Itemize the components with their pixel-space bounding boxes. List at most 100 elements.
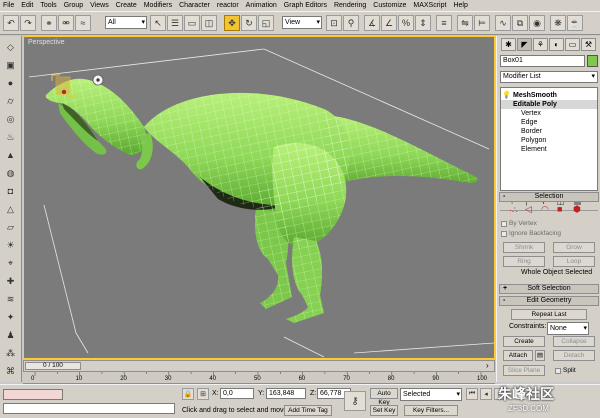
loop-button[interactable]: Loop xyxy=(553,256,595,267)
ring-button[interactable]: Ring xyxy=(503,256,545,267)
bind-space-warp-icon[interactable]: ≈ xyxy=(75,15,91,31)
shrink-button[interactable]: Shrink xyxy=(503,242,545,253)
time-next-icon[interactable]: › xyxy=(486,361,489,370)
snap-toggle-icon[interactable]: ∡ xyxy=(364,15,380,31)
track-bar[interactable]: 0 10 20 30 40 50 60 70 80 90 100 xyxy=(23,372,495,384)
modifier-list-dropdown[interactable]: Modifier List xyxy=(500,71,598,83)
link-icon[interactable]: ⚭ xyxy=(41,15,57,31)
by-vertex-checkbox[interactable]: By Vertex xyxy=(501,220,537,227)
pivot-center-icon[interactable]: ⊡ xyxy=(326,15,342,31)
reference-coordinate-dropdown[interactable]: View xyxy=(282,16,322,29)
ignore-backfacing-checkbox[interactable]: Ignore Backfacing xyxy=(501,230,561,237)
cone-icon[interactable]: ▲ xyxy=(3,148,18,162)
auto-key-button[interactable]: Auto Key xyxy=(370,388,398,406)
time-slider-thumb[interactable]: 0 / 100 xyxy=(25,362,81,370)
angle-snap-icon[interactable]: ∠ xyxy=(381,15,397,31)
sphere-icon[interactable]: ● xyxy=(3,76,18,90)
select-and-scale-icon[interactable]: ◱ xyxy=(258,15,274,31)
key-filters-button[interactable]: Key Filters... xyxy=(404,405,458,416)
create-button[interactable]: Create xyxy=(503,336,545,347)
select-object-icon[interactable]: ↖ xyxy=(150,15,166,31)
edge-mode-icon[interactable]: ◁ xyxy=(525,204,532,215)
motion-tab-icon[interactable]: ◐ xyxy=(549,38,564,51)
curve-editor-icon[interactable]: ∿ xyxy=(495,15,511,31)
menu-rendering[interactable]: Rendering xyxy=(334,0,366,11)
menu-file[interactable]: File xyxy=(3,0,14,11)
select-and-manipulate-icon[interactable]: ⚲ xyxy=(343,15,359,31)
particle-icon[interactable]: ⁂ xyxy=(3,346,18,360)
lightbulb-icon[interactable]: 💡 xyxy=(502,91,511,100)
select-and-move-icon[interactable]: ✥ xyxy=(224,15,240,31)
window-crossing-icon[interactable]: ◫ xyxy=(201,15,217,31)
menu-tools[interactable]: Tools xyxy=(40,0,56,11)
geosphere-icon[interactable]: ◍ xyxy=(3,166,18,180)
percent-snap-icon[interactable]: % xyxy=(398,15,414,31)
stack-sub-polygon[interactable]: Polygon xyxy=(501,136,597,145)
render-scene-icon[interactable]: ❋ xyxy=(550,15,566,31)
redo-icon[interactable]: ↷ xyxy=(20,15,36,31)
go-to-start-icon[interactable]: ⏮ xyxy=(466,388,478,400)
border-mode-icon[interactable]: ◠ xyxy=(541,204,549,215)
time-slider[interactable]: 0 / 100 › xyxy=(23,360,495,372)
stack-sub-element[interactable]: Element xyxy=(501,145,597,154)
undo-icon[interactable]: ↶ xyxy=(3,15,19,31)
slice-plane-button[interactable]: Slice Plane xyxy=(503,365,545,376)
menu-reactor[interactable]: reactor xyxy=(217,0,239,11)
stack-item-meshsmooth[interactable]: 💡 MeshSmooth xyxy=(501,91,597,100)
split-checkbox[interactable]: Split xyxy=(555,367,576,374)
menu-animation[interactable]: Animation xyxy=(246,0,277,11)
menu-edit[interactable]: Edit xyxy=(21,0,33,11)
object-color-swatch[interactable] xyxy=(587,55,598,67)
menu-views[interactable]: Views xyxy=(90,0,109,11)
spinner-snap-icon[interactable]: ⇕ xyxy=(415,15,431,31)
x-coordinate-field[interactable]: 0,0 xyxy=(220,388,254,399)
unlink-icon[interactable]: ⚮ xyxy=(58,15,74,31)
helper-icon[interactable]: ✚ xyxy=(3,274,18,288)
absolute-mode-icon[interactable]: ⊞ xyxy=(197,388,209,400)
pyramid-icon[interactable]: △ xyxy=(3,202,18,216)
menu-character[interactable]: Character xyxy=(179,0,210,11)
vertex-mode-icon[interactable]: ·∴ xyxy=(509,205,518,216)
selection-rollout-header[interactable]: - Selection xyxy=(499,192,599,202)
key-mode-dropdown[interactable]: Selected xyxy=(400,388,462,401)
create-selection-icon[interactable]: ◇ xyxy=(3,40,18,54)
light-icon[interactable]: ☀ xyxy=(3,238,18,252)
menu-create[interactable]: Create xyxy=(116,0,137,11)
camera-icon[interactable]: ⌖ xyxy=(3,256,18,270)
set-key-button[interactable]: Set Key xyxy=(370,405,398,416)
select-by-name-icon[interactable]: ☰ xyxy=(167,15,183,31)
menu-customize[interactable]: Customize xyxy=(373,0,406,11)
utilities-tab-icon[interactable]: ⚒ xyxy=(581,38,596,51)
constraints-dropdown[interactable]: None xyxy=(547,322,589,335)
stack-sub-border[interactable]: Border xyxy=(501,127,597,136)
quick-render-icon[interactable]: ☕ xyxy=(567,15,583,31)
polygon-mode-icon[interactable]: ■ xyxy=(557,204,562,214)
y-coordinate-field[interactable]: 163,848 xyxy=(266,388,306,399)
stack-sub-vertex[interactable]: Vertex xyxy=(501,109,597,118)
set-key-icon[interactable]: ⚷ xyxy=(344,391,366,411)
create-tab-icon[interactable]: ✱ xyxy=(501,38,516,51)
menu-graph-editors[interactable]: Graph Editors xyxy=(284,0,327,11)
repeat-last-button[interactable]: Repeat Last xyxy=(511,309,587,320)
biped-icon[interactable]: ♟ xyxy=(3,328,18,342)
teapot-icon[interactable]: ♨ xyxy=(3,130,18,144)
add-time-tag-button[interactable]: Add Time Tag xyxy=(284,405,332,416)
plane-icon[interactable]: ▱ xyxy=(3,220,18,234)
object-name-field[interactable]: Box01 xyxy=(500,55,585,67)
detach-button[interactable]: Detach xyxy=(553,350,595,361)
named-selection-icon[interactable]: ≡ xyxy=(436,15,452,31)
align-icon[interactable]: ⊨ xyxy=(474,15,490,31)
menu-help[interactable]: Help xyxy=(453,0,467,11)
display-tab-icon[interactable]: ▭ xyxy=(565,38,580,51)
selection-filter-dropdown[interactable]: All xyxy=(105,16,147,29)
mirror-icon[interactable]: ⇋ xyxy=(457,15,473,31)
viewport-label[interactable]: Perspective xyxy=(28,39,65,46)
soft-selection-rollout-header[interactable]: + Soft Selection xyxy=(499,284,599,294)
bone-icon[interactable]: ✦ xyxy=(3,310,18,324)
edit-geometry-rollout-header[interactable]: - Edit Geometry xyxy=(499,296,599,306)
material-editor-icon[interactable]: ◉ xyxy=(529,15,545,31)
perspective-viewport[interactable]: Perspective xyxy=(23,36,495,359)
rectangular-selection-icon[interactable]: ▭ xyxy=(184,15,200,31)
cylinder-icon[interactable]: ⌭ xyxy=(3,94,18,108)
stack-sub-edge[interactable]: Edge xyxy=(501,118,597,127)
